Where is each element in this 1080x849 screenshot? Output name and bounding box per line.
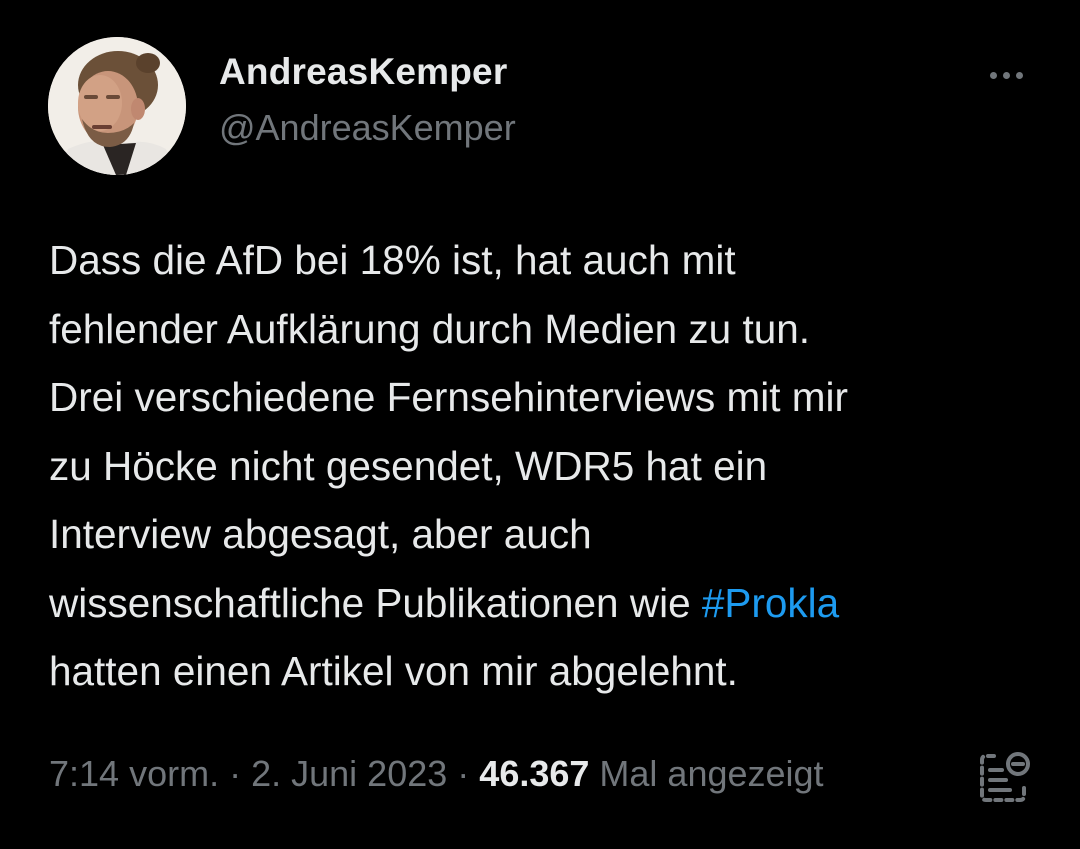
tweet-text: Dass die AfD bei 18% ist, hat auch mit f…	[49, 226, 1049, 706]
tweet-line-with-hashtag: wissenschaftliche Publikationen wie #Pro…	[49, 569, 1049, 638]
tweet-line: Drei verschiedene Fernsehinterviews mit …	[49, 374, 849, 420]
meta-separator: ·	[457, 753, 470, 794]
views-label[interactable]: Mal angezeigt	[599, 753, 823, 794]
tweet-line: hatten einen Artikel von mir abgelehnt.	[49, 648, 738, 694]
tweet-line: Interview abgesagt, aber auch	[49, 511, 592, 557]
tweet-date[interactable]: 2. Juni 2023	[251, 753, 447, 794]
tweet-line: zu Höcke nicht gesendet, WDR5 hat ein	[49, 442, 768, 489]
profile-photo	[48, 37, 186, 175]
more-horizontal-icon	[989, 71, 997, 79]
avatar[interactable]	[48, 37, 186, 175]
tweet-line: Dass die AfD bei 18% ist, hat auch mit	[49, 237, 736, 283]
author-handle[interactable]: @AndreasKemper	[219, 104, 516, 152]
author-block[interactable]: AndreasKemper @AndreasKemper	[219, 48, 516, 152]
hashtag-link[interactable]: #Prokla	[702, 580, 839, 626]
tweet-line: fehlender Aufklärung durch Medien zu tun…	[49, 305, 810, 352]
tweet-time[interactable]: 7:14 vorm.	[49, 753, 219, 794]
views-count[interactable]: 46.367	[479, 753, 589, 794]
tweet-line-text: wissenschaftliche Publikationen wie	[49, 579, 702, 626]
tweet-meta: 7:14 vorm. · 2. Juni 2023 · 46.367 Mal a…	[49, 748, 824, 800]
bookmark-notes-icon[interactable]	[976, 748, 1034, 804]
more-options-button[interactable]	[984, 60, 1028, 90]
meta-separator: ·	[229, 753, 242, 794]
author-display-name[interactable]: AndreasKemper	[219, 48, 516, 96]
more-horizontal-icon-dot	[1002, 71, 1010, 79]
more-horizontal-icon-dot	[1015, 71, 1023, 79]
